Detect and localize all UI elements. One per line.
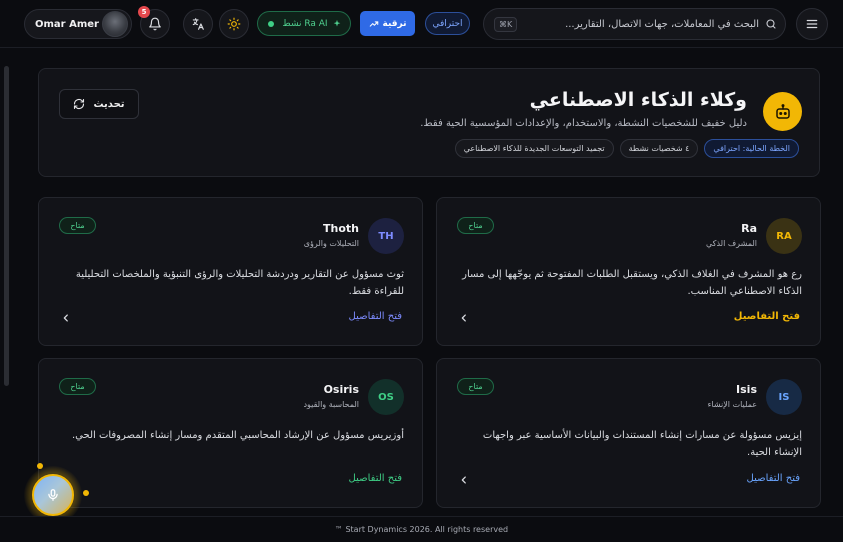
agent-name: Isis [736, 383, 757, 396]
status-badge: متاح [457, 378, 494, 395]
agent-description: ثوث مسؤول عن التقارير ودردشة التحليلات و… [75, 269, 404, 297]
hamburger-icon [806, 19, 818, 29]
open-details-link[interactable]: فتح التفاصيل [747, 473, 800, 484]
chip-current-plan: الخطة الحالية: احترافي [704, 139, 799, 158]
agent-avatar: IS [766, 379, 802, 415]
mic-button[interactable] [32, 474, 74, 516]
plan-badge[interactable]: احترافي [425, 12, 470, 35]
status-dot [268, 20, 274, 27]
upgrade-label: ترقية [382, 18, 407, 29]
agent-role: عمليات الإنشاء [707, 400, 757, 409]
agent-name: Ra [741, 222, 757, 235]
agent-card-isis[interactable]: IS Isis عمليات الإنشاء متاح إيزيس مسؤولة… [436, 358, 821, 508]
search-bar[interactable]: ⌘K البحث في المعاملات، جهات الاتصال، الت… [483, 8, 786, 40]
user-name: Omar Amer [35, 18, 99, 30]
status-badge: متاح [59, 378, 96, 395]
bot-badge [763, 92, 802, 131]
agent-description: إيزيس مسؤولة عن مسارات إنشاء المستندات و… [482, 430, 802, 458]
agent-description: رع هو المشرف في الغلاف الذكي، ويستقبل ال… [462, 269, 802, 297]
agent-avatar: TH [368, 218, 404, 254]
scrollbar[interactable] [0, 54, 12, 518]
scrollbar-thumb[interactable] [4, 66, 9, 386]
refresh-icon [74, 98, 85, 110]
open-details-link[interactable]: فتح التفاصيل [349, 473, 402, 484]
agent-name: Thoth [323, 222, 359, 235]
agent-avatar: RA [766, 218, 802, 254]
translate-icon [192, 18, 204, 30]
avatar [102, 11, 128, 37]
ra-status-label: Ra AI نشط [282, 18, 328, 29]
upgrade-button[interactable]: ترقية [360, 11, 415, 36]
status-badge: متاح [59, 217, 96, 234]
header-chips: الخطة الحالية: احترافي ٤ شخصيات نشطة تجم… [454, 139, 799, 158]
search-shortcut: ⌘K [494, 16, 518, 32]
language-button[interactable] [183, 9, 213, 39]
chevron-left-icon[interactable] [459, 313, 469, 323]
chevron-left-icon[interactable] [61, 313, 71, 323]
notifications-button[interactable]: 5 [138, 6, 170, 39]
open-details-link[interactable]: فتح التفاصيل [349, 311, 402, 322]
agent-card-ra[interactable]: RA Ra المشرف الذكي متاح رع هو المشرف في … [436, 197, 821, 346]
orbit-dot [83, 490, 89, 496]
agent-card-osiris[interactable]: OS Osiris المحاسبة والقيود متاح أوزيريس … [38, 358, 423, 508]
theme-toggle[interactable] [219, 9, 249, 39]
agents-header-card: تحديث وكلاء الذكاء الاصطناعي دليل خفيف ل… [38, 68, 820, 177]
agent-description: أوزيريس مسؤول عن الإرشاد المحاسبي المتقد… [71, 430, 404, 441]
bell-icon [149, 17, 161, 31]
agent-role: المحاسبة والقيود [303, 400, 359, 409]
status-badge: متاح [457, 217, 494, 234]
refresh-button[interactable]: تحديث [59, 89, 139, 119]
agent-name: Osiris [323, 383, 359, 396]
menu-button[interactable] [796, 8, 828, 40]
ra-ai-status[interactable]: Ra AI نشط [257, 11, 351, 36]
search-input[interactable]: البحث في المعاملات، جهات الاتصال، التقار… [525, 19, 759, 30]
footer: ™ Start Dynamics 2026. All rights reserv… [0, 516, 843, 542]
agent-avatar: OS [368, 379, 404, 415]
chevron-left-icon[interactable] [459, 475, 469, 485]
page-subtitle: دليل خفيف للشخصيات النشطة، والاستخدام، و… [420, 118, 747, 129]
refresh-label: تحديث [93, 98, 125, 110]
sparkle-icon [333, 19, 341, 26]
orbit-dot [37, 463, 43, 469]
chip-active-personas: ٤ شخصيات نشطة [619, 139, 699, 158]
search-icon [766, 19, 776, 29]
trending-up-icon [369, 20, 378, 27]
open-details-link[interactable]: فتح التفاصيل [734, 311, 800, 322]
notification-badge: 5 [138, 6, 150, 18]
agent-role: المشرف الذكي [705, 239, 757, 248]
chip-expansion-freeze: تجميد التوسعات الجديدة للذكاء الاصطناعي [454, 139, 614, 158]
page-title: وكلاء الذكاء الاصطناعي [529, 89, 747, 111]
sun-icon [227, 17, 241, 31]
microphone-icon [48, 489, 58, 501]
agent-role: التحليلات والرؤى [303, 239, 359, 248]
agent-card-thoth[interactable]: TH Thoth التحليلات والرؤى متاح ثوث مسؤول… [38, 197, 423, 346]
copyright-text: ™ Start Dynamics 2026. All rights reserv… [334, 525, 509, 534]
user-menu[interactable]: Omar Amer [24, 9, 132, 39]
top-bar: Omar Amer 5 Ra AI نشط ترقية احترافي ⌘K ا [0, 0, 843, 48]
bot-icon [775, 103, 790, 119]
